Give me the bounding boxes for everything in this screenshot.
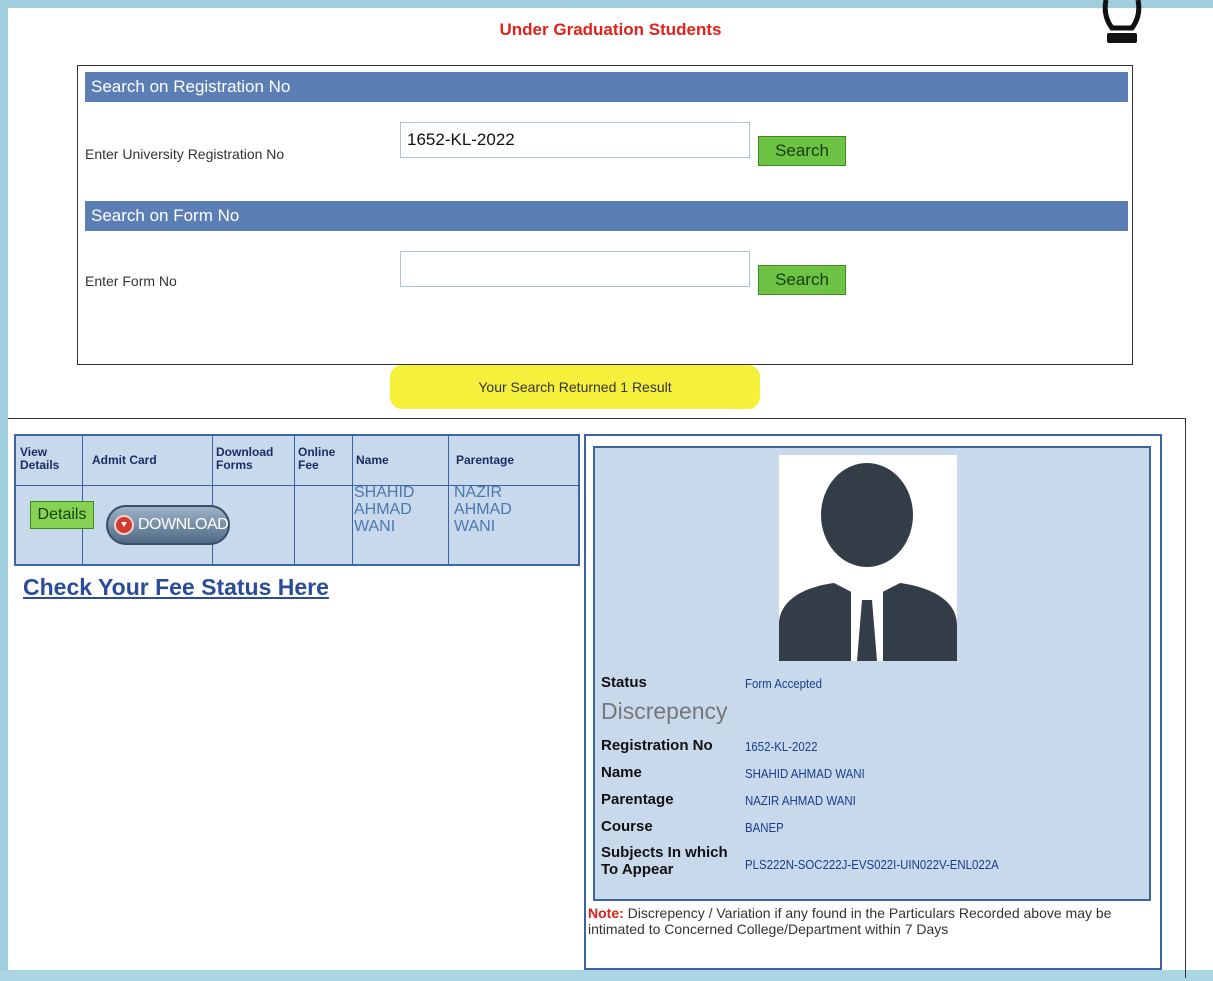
- form-search-heading: Search on Form No: [85, 201, 1128, 231]
- parentage-value: NAZIR AHMAD WANI: [745, 793, 856, 808]
- header-view-details: View Details: [20, 445, 60, 472]
- details-button[interactable]: Details: [30, 501, 94, 529]
- status-label: Status: [601, 674, 647, 691]
- page-content: Under Graduation Students Search on Regi…: [8, 0, 1213, 978]
- note-label: Note:: [588, 905, 624, 921]
- column-divider: [352, 436, 353, 564]
- background-frame-left: [0, 0, 8, 981]
- fee-status-link[interactable]: Check Your Fee Status Here: [23, 574, 329, 601]
- header-online-fee: Online Fee: [298, 445, 336, 472]
- person-avatar-icon: [779, 463, 957, 661]
- registration-no-label: Registration No: [601, 737, 713, 754]
- note-text: Note: Discrepency / Variation if any fou…: [588, 905, 1128, 937]
- form-field-label: Enter Form No: [85, 273, 177, 289]
- result-name-cell: SHAHID AHMAD WANI: [354, 484, 415, 535]
- page-title: Under Graduation Students: [499, 20, 722, 39]
- download-icon: [114, 515, 134, 535]
- column-divider: [82, 436, 83, 564]
- form-search-button[interactable]: Search: [758, 265, 846, 295]
- header-admit-card: Admit Card: [92, 452, 157, 467]
- bulb-icon: [1102, 0, 1142, 43]
- registration-search-button[interactable]: Search: [758, 136, 846, 166]
- form-no-input[interactable]: [400, 251, 750, 287]
- header-parentage: Parentage: [456, 452, 515, 467]
- registration-no-value: 1652-KL-2022: [745, 739, 818, 754]
- subjects-value: PLS222N-SOC222J-EVS022I-UIN022V-ENL022A: [745, 857, 999, 872]
- admit-card-download-button[interactable]: DOWNLOAD: [106, 505, 230, 545]
- course-label: Course: [601, 818, 653, 835]
- avatar: [779, 455, 957, 661]
- search-panel: Search on Registration No Enter Universi…: [77, 65, 1133, 365]
- note-body: Discrepency / Variation if any found in …: [588, 905, 1112, 938]
- name-value: SHAHID AHMAD WANI: [745, 766, 865, 781]
- course-value: BANEP: [745, 820, 784, 835]
- discrepency-heading: Discrepency: [601, 698, 728, 724]
- header-name: Name: [356, 452, 389, 467]
- parentage-label: Parentage: [601, 791, 674, 808]
- registration-search-heading: Search on Registration No: [85, 72, 1128, 102]
- result-count-banner: Your Search Returned 1 Result: [390, 365, 760, 409]
- result-parentage-cell: NAZIR AHMAD WANI: [454, 484, 512, 535]
- column-divider: [448, 436, 449, 564]
- registration-field-label: Enter University Registration No: [85, 146, 285, 162]
- status-value: Form Accepted: [745, 676, 822, 691]
- subjects-label: Subjects In which To Appear: [601, 844, 728, 878]
- name-label: Name: [601, 764, 642, 781]
- background-frame-top: [0, 0, 1213, 8]
- column-divider: [294, 436, 295, 564]
- download-label: DOWNLOAD: [138, 516, 229, 533]
- registration-input[interactable]: [400, 122, 750, 158]
- header-download-forms: Download Forms: [216, 445, 274, 472]
